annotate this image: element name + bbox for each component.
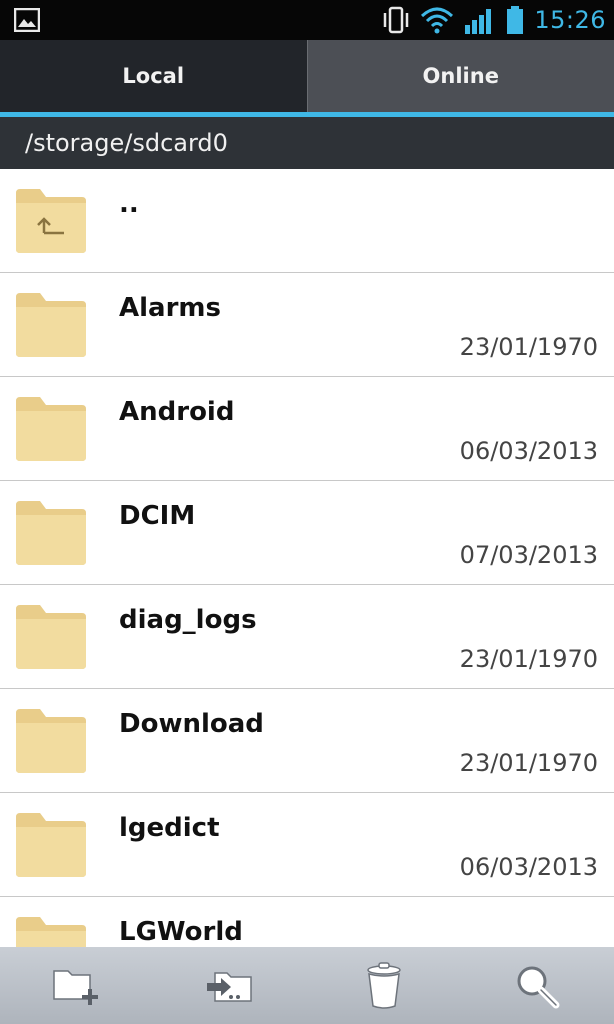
folder-icon xyxy=(16,813,86,877)
file-date: 06/03/2013 xyxy=(459,853,598,881)
list-item-parent[interactable]: .. xyxy=(0,169,614,273)
battery-icon xyxy=(507,6,524,34)
file-date: 07/03/2013 xyxy=(459,541,598,569)
trash-icon xyxy=(367,961,401,1009)
gallery-notification-icon xyxy=(14,8,40,32)
wifi-icon xyxy=(421,7,454,34)
vibrate-icon xyxy=(384,6,409,34)
move-button[interactable] xyxy=(190,956,270,1016)
file-list[interactable]: .. Alarms 23/01/1970 Android 06/03/2013 … xyxy=(0,169,614,947)
file-name: Download xyxy=(119,709,264,739)
file-date: 23/01/1970 xyxy=(459,749,598,777)
list-item[interactable]: Android 06/03/2013 xyxy=(0,377,614,481)
file-name: DCIM xyxy=(119,501,196,531)
tab-online[interactable]: Online xyxy=(306,40,614,112)
delete-button[interactable] xyxy=(344,956,424,1016)
folder-icon xyxy=(16,501,86,565)
file-name: Android xyxy=(119,397,235,427)
list-item[interactable]: LGWorld xyxy=(0,897,614,947)
list-item[interactable]: DCIM 07/03/2013 xyxy=(0,481,614,585)
tab-local[interactable]: Local xyxy=(0,40,307,112)
list-item[interactable]: Download 23/01/1970 xyxy=(0,689,614,793)
folder-icon xyxy=(16,397,86,461)
file-name: Alarms xyxy=(119,293,221,323)
file-name: LGWorld xyxy=(119,917,243,947)
search-button[interactable] xyxy=(497,956,577,1016)
file-date: 23/01/1970 xyxy=(459,333,598,361)
file-date: 23/01/1970 xyxy=(459,645,598,673)
file-name: .. xyxy=(119,189,139,219)
new-folder-icon xyxy=(53,969,98,1005)
file-name: diag_logs xyxy=(119,605,257,635)
move-icon xyxy=(207,971,252,1002)
list-item[interactable]: lgedict 06/03/2013 xyxy=(0,793,614,897)
file-date: 06/03/2013 xyxy=(459,437,598,465)
signal-icon xyxy=(465,9,492,34)
folder-icon xyxy=(16,917,86,947)
path-bar: /storage/sdcard0 xyxy=(0,117,614,169)
list-item[interactable]: diag_logs 23/01/1970 xyxy=(0,585,614,689)
parent-folder-icon xyxy=(16,189,86,253)
new-folder-button[interactable] xyxy=(37,956,117,1016)
folder-icon xyxy=(16,709,86,773)
tab-bar: Local Online xyxy=(0,40,614,112)
list-item[interactable]: Alarms 23/01/1970 xyxy=(0,273,614,377)
folder-icon xyxy=(16,293,86,357)
folder-icon xyxy=(16,605,86,669)
current-path: /storage/sdcard0 xyxy=(25,129,228,157)
clock: 15:26 xyxy=(534,6,606,34)
file-name: lgedict xyxy=(119,813,220,843)
status-bar: 15:26 xyxy=(0,0,614,40)
bottom-toolbar xyxy=(0,947,614,1024)
search-icon xyxy=(517,966,560,1008)
